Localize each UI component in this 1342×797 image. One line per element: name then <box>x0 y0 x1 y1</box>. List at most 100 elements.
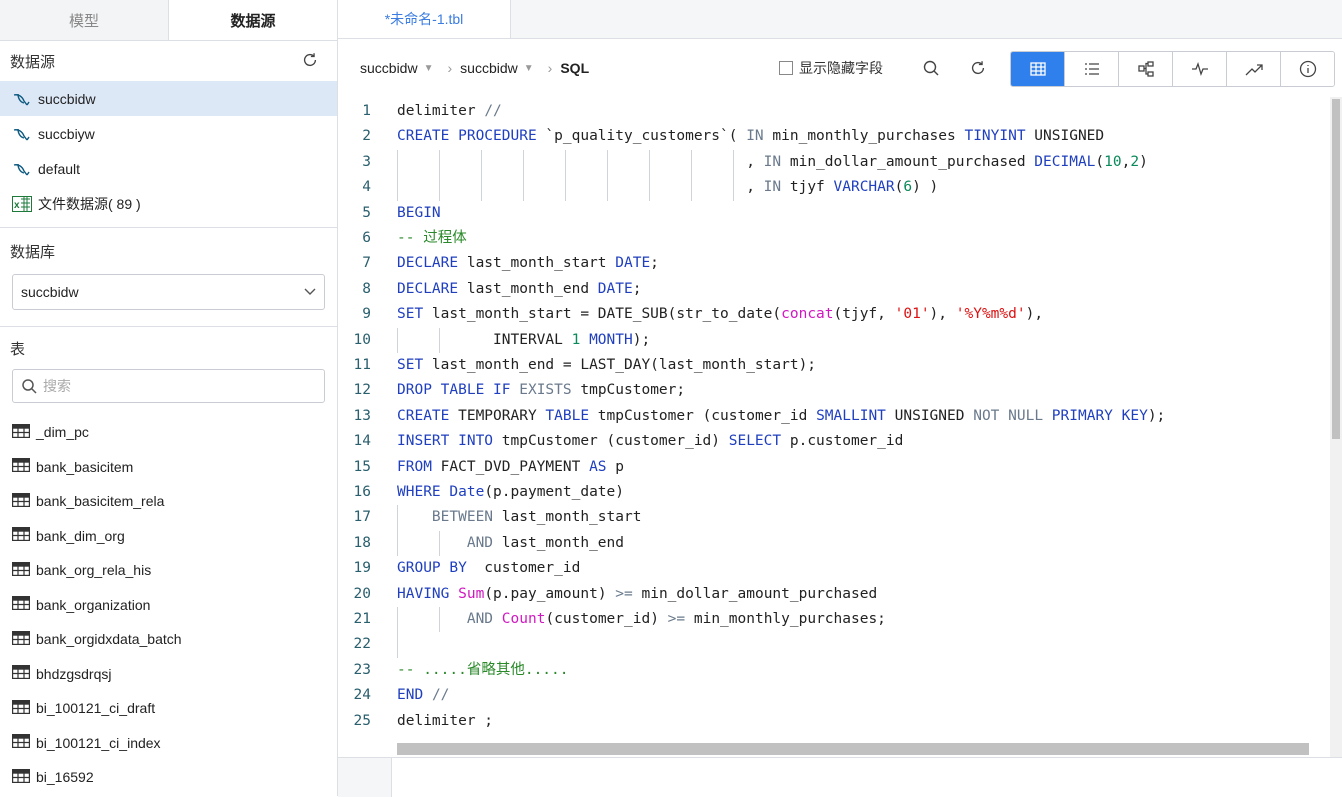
code-text: HAVING Sum(p.pay_amount) >= min_dollar_a… <box>397 585 878 602</box>
table-list-item[interactable]: bhdzgsdrqsj <box>0 657 337 692</box>
table-icon <box>12 665 36 682</box>
table-icon <box>12 492 36 510</box>
tab-datasource[interactable]: 数据源 <box>168 0 337 40</box>
code-line: 11 SET last_month_end = LAST_DAY(last_mon… <box>338 353 1318 378</box>
line-number: 19 <box>353 560 371 577</box>
editor-tabs: *未命名-1.tbl <box>338 0 1342 39</box>
datasource-item-label: 文件数据源( 89 ) <box>38 195 141 212</box>
code-line: 2 CREATE PROCEDURE `p_quality_customers`(… <box>338 124 1318 149</box>
table-section-title: 表 <box>0 327 337 369</box>
breadcrumb-db2[interactable]: succbidw <box>460 60 518 76</box>
caret-down-icon[interactable]: ▼ <box>524 63 534 74</box>
datasource-list: succbidw succbiyw default x 文件数据源( 89 ) <box>0 81 337 221</box>
datasource-title: 数据源 <box>10 53 56 71</box>
table-name: bank_orgidxdata_batch <box>36 631 182 648</box>
indent-guide <box>649 149 650 176</box>
code-text: delimiter ; <box>397 712 494 729</box>
table-name: bi_16592 <box>36 769 94 786</box>
left-panel: 模型 数据源 数据源 succbidw succbiyw default x 文件数据源… <box>0 0 338 796</box>
view-mode-group <box>1010 51 1335 87</box>
table-name: bank_basicitem_rela <box>36 493 165 510</box>
table-list-item[interactable]: bank_org_rela_his <box>0 553 337 588</box>
trend-up-icon <box>1245 64 1263 76</box>
line-number: 14 <box>353 433 371 450</box>
code-line: 19 GROUP BY customer_id <box>338 556 1318 581</box>
line-number: 6 <box>362 230 371 246</box>
mysql-icon <box>12 125 32 143</box>
editor-tab-untitled[interactable]: *未命名-1.tbl <box>338 0 511 38</box>
line-number: 10 <box>353 331 371 348</box>
code-line: 5 BEGIN <box>338 201 1318 226</box>
indent-guide <box>439 327 440 353</box>
table-name: _dim_pc <box>36 424 89 441</box>
indent-guide <box>481 175 482 201</box>
table-name: bank_basicitem <box>36 458 134 475</box>
trend-view-button[interactable] <box>1226 52 1280 86</box>
table-list-item[interactable]: bank_basicitem_rela <box>0 484 337 519</box>
list-icon <box>1084 63 1099 75</box>
table-search-input[interactable]: 搜索 <box>12 369 325 403</box>
datasource-item[interactable]: x 文件数据源( 89 ) <box>0 186 337 221</box>
refresh-icon[interactable] <box>969 59 987 77</box>
checkbox-box[interactable] <box>779 61 793 75</box>
code-line: 17 BETWEEN last_month_start <box>338 505 1318 531</box>
indent-guide <box>691 175 692 201</box>
tab-model[interactable]: 模型 <box>0 0 168 40</box>
pulse-view-button[interactable] <box>1172 52 1226 86</box>
code-line: 13 CREATE TEMPORARY TABLE tmpCustomer (cu… <box>338 404 1318 429</box>
relation-view-button[interactable] <box>1118 52 1172 86</box>
code-text: , IN tjyf VARCHAR(6) ) <box>397 179 939 196</box>
code-line: 1 delimiter // <box>338 99 1318 124</box>
table-list-item[interactable]: bank_organization <box>0 588 337 623</box>
indent-guide <box>397 175 398 201</box>
table-list-item[interactable]: bank_orgidxdata_batch <box>0 622 337 657</box>
datasource-item-label: default <box>38 160 81 177</box>
indent-guide <box>397 149 398 176</box>
grid-view-button[interactable] <box>1011 52 1064 86</box>
datasource-item[interactable]: succbiyw <box>0 116 337 151</box>
database-select[interactable]: succbidw <box>12 274 325 310</box>
sql-code-editor[interactable]: 1 delimiter // 2 CREATE PROCEDURE `p_qualit… <box>338 97 1342 757</box>
table-list-item[interactable]: bank_dim_org <box>0 519 337 554</box>
indent-guide <box>397 505 398 531</box>
table-list-item[interactable]: bi_16592 <box>0 760 337 795</box>
line-number: 8 <box>362 280 371 297</box>
breadcrumb: succbidw ▼ › succbidw ▼ › SQL <box>360 60 589 76</box>
list-view-button[interactable] <box>1064 52 1118 86</box>
code-text: delimiter // <box>397 103 502 119</box>
table-list-item[interactable]: bi_100121_ci_index <box>0 726 337 761</box>
code-line: 25 delimiter ; <box>338 709 1318 734</box>
show-hidden-fields-checkbox[interactable]: 显示隐藏字段 <box>779 58 883 78</box>
horizontal-scrollbar[interactable] <box>397 743 1309 755</box>
code-line: 4 , IN tjyf VARCHAR(6) ) <box>338 175 1318 201</box>
table-icon <box>12 423 36 441</box>
vertical-scrollbar[interactable] <box>1330 97 1342 757</box>
table-name: bank_organization <box>36 596 151 613</box>
code-text: CREATE TEMPORARY TABLE tmpCustomer (cust… <box>397 407 1166 424</box>
search-icon[interactable] <box>922 59 940 77</box>
indent-guide <box>481 149 482 176</box>
line-number: 13 <box>353 407 371 424</box>
vertical-scroll-thumb[interactable] <box>1332 99 1340 439</box>
info-button[interactable] <box>1280 52 1334 86</box>
line-number: 25 <box>353 712 371 729</box>
indent-guide <box>523 149 524 176</box>
code-text: WHERE Date(p.payment_date) <box>397 484 624 500</box>
table-list-item[interactable]: bank_basicitem <box>0 450 337 485</box>
code-line: 6 -- 过程体 <box>338 226 1318 251</box>
code-text: -- 过程体 <box>397 230 467 246</box>
table-list-item[interactable]: _dim_pc <box>0 415 337 450</box>
datasource-item[interactable]: default <box>0 151 337 186</box>
code-text: AND Count(customer_id) >= min_monthly_pu… <box>466 611 886 627</box>
table-name: bi_100121_ci_index <box>36 734 161 751</box>
indent-guide <box>397 632 398 658</box>
datasource-item[interactable]: succbidw <box>0 81 337 116</box>
chevron-right-icon: › <box>547 60 553 76</box>
indent-guide <box>439 607 440 633</box>
table-list-item[interactable]: bi_100121_ci_draft <box>0 691 337 726</box>
breadcrumb-db1[interactable]: succbidw <box>360 60 418 76</box>
refresh-icon[interactable] <box>301 51 319 69</box>
datasource-item-label: succbiyw <box>38 125 95 142</box>
line-number: 11 <box>353 357 371 373</box>
caret-down-icon[interactable]: ▼ <box>424 63 434 74</box>
